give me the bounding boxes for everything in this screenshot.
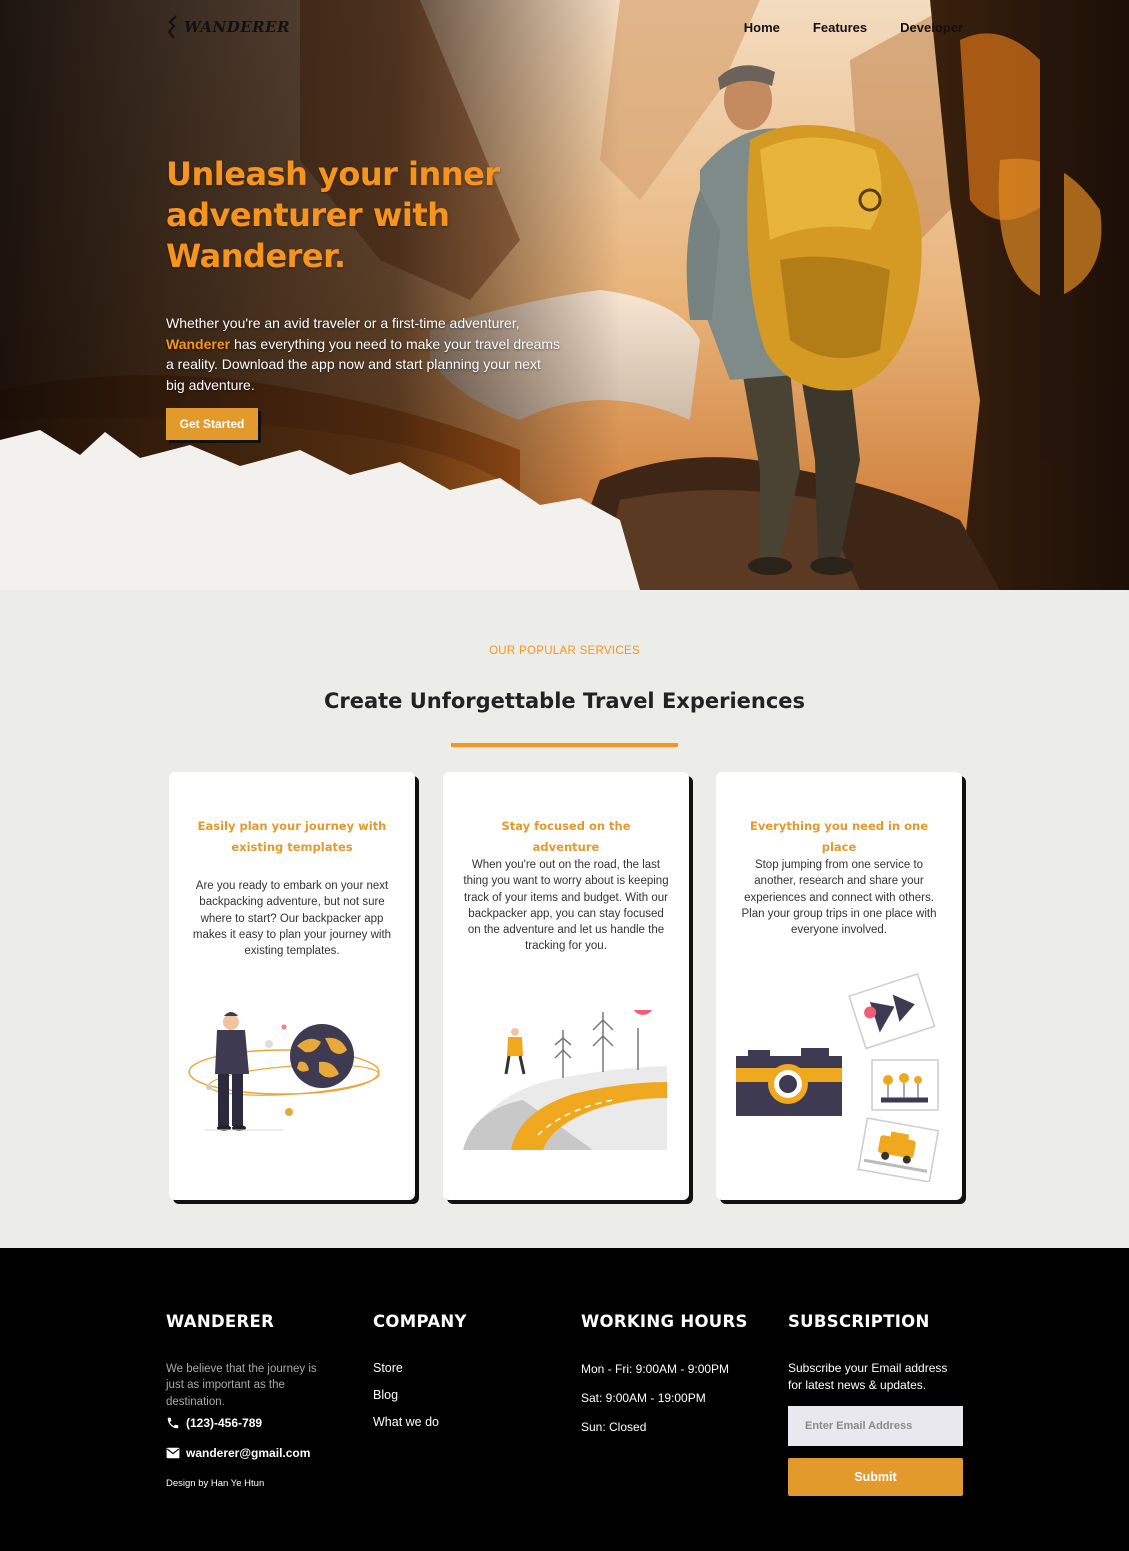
get-started-button[interactable]: Get Started [166, 408, 258, 440]
footer-about-text: We believe that the journey is just as i… [166, 1363, 317, 1408]
nav-link-developer[interactable]: Developer [900, 20, 963, 35]
hero-description: Whether you're an avid traveler or a fir… [166, 313, 561, 395]
footer-email[interactable]: wanderer@gmail.com [166, 1446, 331, 1460]
nav-link-features[interactable]: Features [813, 20, 867, 35]
hours-sunday: Sun: Closed [581, 1420, 647, 1434]
hero-hiker-image [0, 0, 1129, 590]
service-card-all-in-one: Everything you need in one place Stop ju… [716, 772, 962, 1200]
footer-brand-heading: WANDERER [166, 1312, 275, 1331]
footer-email-text: wanderer@gmail.com [186, 1445, 311, 1460]
submit-button[interactable]: Submit [788, 1458, 963, 1496]
subscription-text: Subscribe your Email address for latest … [788, 1361, 948, 1392]
email-input[interactable] [788, 1406, 963, 1446]
footer-company-heading: COMPANY [373, 1312, 467, 1331]
logo[interactable]: WANDERER [166, 14, 290, 40]
nav-link-home[interactable]: Home [744, 20, 780, 35]
service-card-templates: Easily plan your journey with existing t… [169, 772, 415, 1200]
footer-hours-heading: WORKING HOURS [581, 1312, 748, 1331]
hero-section: WANDERER Home Features Developer Unleash… [0, 0, 1129, 590]
phone-icon [167, 1417, 179, 1429]
footer-link-what-we-do[interactable]: What we do [373, 1415, 467, 1429]
traveler-globe-illustration [188, 1012, 380, 1131]
card-title: Stay focused on the adventure [501, 819, 631, 854]
footer-col-company: COMPANY Store Blog What we do [373, 1312, 467, 1429]
hours-weekdays: Mon - Fri: 9:00AM - 9:00PM [581, 1362, 730, 1376]
logo-mark-icon [167, 15, 177, 39]
card-title: Everything you need in one place [750, 819, 928, 854]
footer-link-store[interactable]: Store [373, 1361, 467, 1375]
top-nav: WANDERER Home Features Developer [166, 14, 963, 42]
nav-links: Home Features Developer [744, 20, 963, 35]
footer-col-hours: WORKING HOURS Mon - Fri: 9:00AM - 9:00PM… [581, 1312, 748, 1434]
footer-col-brand: WANDERER We believe that the journey is … [166, 1312, 331, 1489]
services-section: OUR POPULAR SERVICES Create Unforgettabl… [0, 590, 1129, 1248]
footer-phone-text: (123)-456-789 [186, 1415, 263, 1430]
logo-text: WANDERER [184, 18, 291, 36]
footer-phone[interactable]: (123)-456-789 [166, 1416, 331, 1430]
services-title: Create Unforgettable Travel Experiences [323, 689, 806, 713]
hero-desc-brand: Wanderer [166, 335, 231, 352]
footer-credit: Design by Han Ye Htun [166, 1477, 265, 1489]
road-hiker-illustration [463, 1010, 667, 1150]
camera-photos-illustration [736, 972, 940, 1182]
card-body: Stop jumping from one service to another… [741, 859, 937, 937]
hero-title: Unleash your inner adventurer with Wande… [166, 155, 500, 275]
mail-icon [166, 1447, 180, 1459]
footer-col-subscription: SUBSCRIPTION Subscribe your Email addres… [788, 1312, 963, 1512]
title-underline [451, 743, 678, 747]
service-card-focus: Stay focused on the adventure When you'r… [443, 772, 689, 1200]
site-footer: WANDERER We believe that the journey is … [0, 1248, 1129, 1551]
card-body: Are you ready to embark on your next bac… [192, 880, 392, 958]
services-eyebrow: OUR POPULAR SERVICES [489, 645, 640, 657]
card-title: Easily plan your journey with existing t… [197, 819, 387, 854]
footer-subscription-heading: SUBSCRIPTION [788, 1312, 930, 1331]
hero-desc-prefix: Whether you're an avid traveler or a fir… [166, 315, 520, 331]
hours-saturday: Sat: 9:00AM - 19:00PM [581, 1391, 706, 1405]
footer-link-blog[interactable]: Blog [373, 1388, 467, 1402]
card-body: When you're out on the road, the last th… [463, 859, 669, 953]
